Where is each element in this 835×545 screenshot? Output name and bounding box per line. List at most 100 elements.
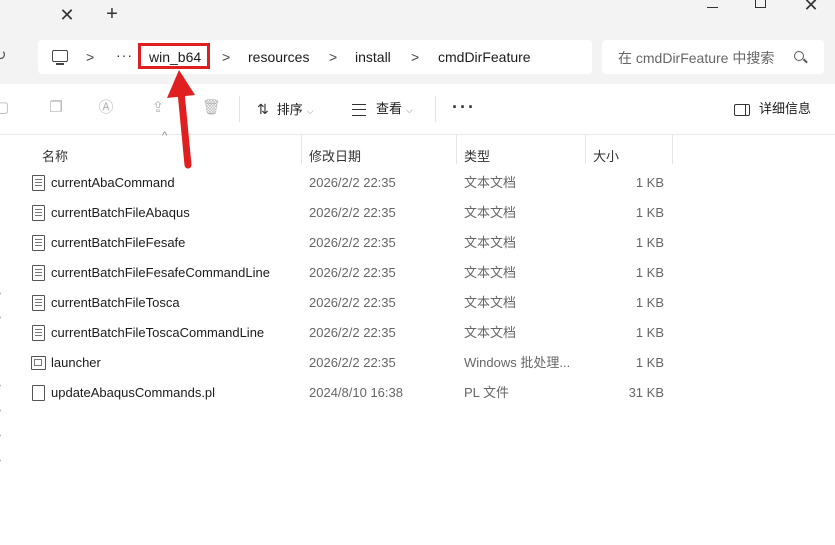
highlight-box: [138, 43, 210, 69]
file-row[interactable]: currentBatchFileTosca 2026/2/2 22:35 文本文…: [0, 288, 835, 318]
file-date: 2026/2/2 22:35: [309, 295, 396, 310]
file-date: 2024/8/10 16:38: [309, 385, 403, 400]
breadcrumb-resources[interactable]: resources: [248, 48, 309, 66]
file-name: currentBatchFileFesafe: [51, 235, 186, 250]
column-header-name[interactable]: 名称: [42, 148, 68, 166]
breadcrumb-separator[interactable]: >: [222, 48, 230, 66]
file-row[interactable]: currentBatchFileAbaqus 2026/2/2 22:35 文本…: [0, 198, 835, 228]
file-name: currentBatchFileTosca: [51, 295, 180, 310]
share-icon[interactable]: ⇪: [150, 100, 166, 116]
file-date: 2026/2/2 22:35: [309, 265, 396, 280]
nav-pane-expander[interactable]: ›: [0, 455, 2, 466]
chevron-down-icon: ⌵: [306, 106, 314, 116]
more-options-button[interactable]: ···: [452, 96, 476, 118]
copy-icon[interactable]: ❐: [48, 100, 64, 116]
file-row[interactable]: updateAbaqusCommands.pl 2024/8/10 16:38 …: [0, 378, 835, 408]
view-button[interactable]: 查看 ⌵: [352, 98, 413, 120]
file-row[interactable]: launcher 2026/2/2 22:35 Windows 批处理... 1…: [0, 348, 835, 378]
sort-button[interactable]: ⇅ 排序 ⌵: [257, 98, 314, 120]
file-row[interactable]: currentBatchFileFesafeCommandLine 2026/2…: [0, 258, 835, 288]
command-bar: ▢ ❐ Ⓐ ⇪ 🗑 ⇅ 排序 ⌵ 查看 ⌵ ··· 详细信息: [0, 84, 835, 135]
file-size: 1 KB: [635, 295, 664, 310]
file-date: 2026/2/2 22:35: [309, 175, 396, 190]
file-size: 1 KB: [635, 325, 664, 340]
sort-label: 排序: [276, 102, 303, 117]
text-file-icon: [32, 205, 45, 221]
file-type: 文本文档: [464, 265, 517, 280]
column-header-type[interactable]: 类型: [464, 148, 490, 166]
file-name: currentBatchFileAbaqus: [51, 205, 190, 220]
breadcrumb-separator[interactable]: >: [411, 48, 419, 66]
navigation-row: ↻ > ··· win_b64 > resources > install > …: [0, 32, 835, 84]
details-pane-button[interactable]: 详细信息: [734, 98, 811, 120]
file-type: Windows 批处理...: [464, 355, 571, 370]
text-file-icon: [32, 325, 45, 341]
delete-icon[interactable]: 🗑: [202, 100, 221, 116]
text-file-icon: [32, 295, 45, 311]
file-row[interactable]: currentAbaCommand 2026/2/2 22:35 文本文档 1 …: [0, 168, 835, 198]
title-bar: ✕ + ✕: [0, 0, 835, 32]
cut-icon[interactable]: ▢: [0, 100, 10, 116]
toolbar-divider: [239, 96, 240, 122]
text-file-icon: [32, 235, 45, 251]
blank-file-icon: [32, 385, 45, 401]
minimize-button[interactable]: [700, 0, 726, 14]
file-size: 1 KB: [635, 355, 664, 370]
details-pane-icon: [734, 103, 750, 116]
close-window-button[interactable]: ✕: [800, 0, 822, 16]
column-divider[interactable]: [585, 134, 586, 164]
rename-icon[interactable]: Ⓐ: [98, 100, 114, 116]
refresh-icon[interactable]: ↻: [0, 48, 10, 64]
breadcrumb-cmddirfeature[interactable]: cmdDirFeature: [438, 48, 531, 66]
file-row[interactable]: currentBatchFileToscaCommandLine 2026/2/…: [0, 318, 835, 348]
nav-pane-expander[interactable]: ›: [0, 430, 2, 441]
search-icon[interactable]: [794, 51, 804, 61]
file-type: 文本文档: [464, 295, 517, 310]
file-type: 文本文档: [464, 205, 517, 220]
file-name: launcher: [51, 355, 101, 370]
column-header-date[interactable]: 修改日期: [309, 148, 361, 166]
breadcrumb-install[interactable]: install: [355, 48, 391, 66]
text-file-icon: [32, 265, 45, 281]
file-type: PL 文件: [464, 385, 510, 400]
column-divider[interactable]: [456, 134, 457, 164]
breadcrumb-separator[interactable]: >: [86, 48, 94, 66]
details-label: 详细信息: [759, 101, 812, 116]
file-name: updateAbaqusCommands.pl: [51, 385, 216, 400]
search-input[interactable]: 在 cmdDirFeature 中搜索: [618, 49, 786, 67]
file-date: 2026/2/2 22:35: [309, 325, 396, 340]
view-icon: [352, 103, 366, 116]
tab-close-icon[interactable]: ✕: [56, 4, 78, 26]
file-row[interactable]: currentBatchFileFesafe 2026/2/2 22:35 文本…: [0, 228, 835, 258]
file-name: currentBatchFileFesafeCommandLine: [51, 265, 270, 280]
column-divider[interactable]: [301, 134, 302, 164]
breadcrumb-more-icon[interactable]: ···: [116, 46, 133, 64]
toolbar-divider: [435, 96, 436, 122]
view-label: 查看: [376, 101, 403, 116]
chevron-down-icon: ⌵: [406, 105, 413, 115]
sort-icon: ⇅: [257, 101, 269, 117]
sort-ascending-icon: ^: [162, 130, 168, 142]
file-type: 文本文档: [464, 325, 517, 340]
file-size: 1 KB: [635, 235, 664, 250]
file-name: currentAbaCommand: [51, 175, 175, 190]
column-divider[interactable]: [672, 134, 673, 164]
file-size: 1 KB: [635, 205, 664, 220]
file-type: 文本文档: [464, 235, 517, 250]
breadcrumb-separator[interactable]: >: [329, 48, 337, 66]
address-bar[interactable]: > ··· win_b64 > resources > install > cm…: [38, 40, 592, 74]
column-header-size[interactable]: 大小: [593, 148, 619, 166]
file-size: 1 KB: [635, 175, 664, 190]
file-type: 文本文档: [464, 175, 517, 190]
file-name: currentBatchFileToscaCommandLine: [51, 325, 265, 340]
text-file-icon: [32, 175, 45, 191]
new-tab-button[interactable]: +: [101, 3, 123, 25]
file-date: 2026/2/2 22:35: [309, 205, 396, 220]
search-box[interactable]: 在 cmdDirFeature 中搜索: [602, 40, 824, 74]
maximize-button[interactable]: [750, 0, 770, 14]
file-date: 2026/2/2 22:35: [309, 235, 396, 250]
file-date: 2026/2/2 22:35: [309, 355, 396, 370]
file-size: 31 KB: [628, 385, 664, 400]
file-size: 1 KB: [635, 265, 664, 280]
this-pc-icon[interactable]: [52, 50, 68, 65]
